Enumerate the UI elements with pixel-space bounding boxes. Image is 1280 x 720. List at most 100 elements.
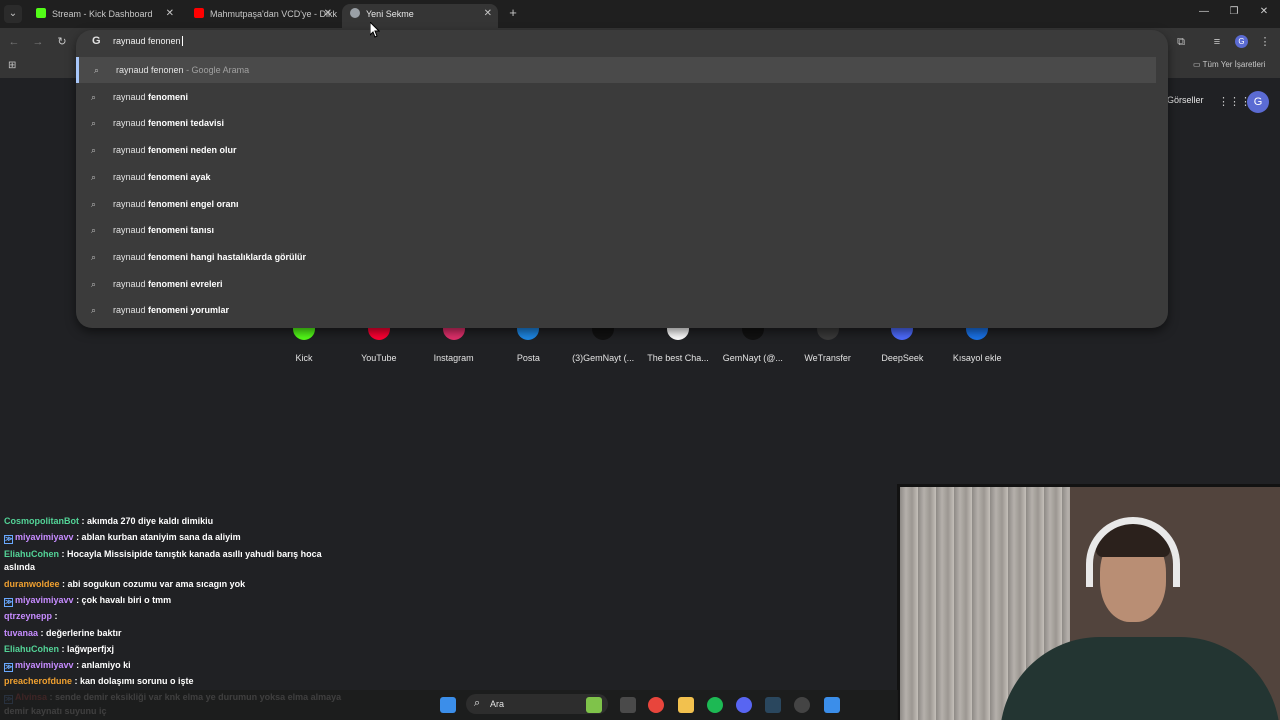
widgets-icon[interactable] [586,697,602,713]
suggestion-text: raynaud fenomeni evreleri [113,271,223,297]
youtube-icon [194,8,204,18]
suggestion-item[interactable]: ⌕ raynaud fenonen - Google Arama [76,57,1156,83]
tab-search-button[interactable]: ⌄ [4,5,22,23]
close-icon[interactable]: ✕ [484,4,492,24]
file-explorer-icon[interactable] [678,697,694,713]
search-icon: ⌕ [91,91,97,102]
chat-username: preacherofdune [4,676,73,686]
all-bookmarks-label: Tüm Yer İşaretleri [1202,60,1266,69]
forward-button[interactable]: → [30,34,46,50]
suggestion-item[interactable]: ⌕ raynaud fenomeni tanısı [76,217,1156,243]
taskbar-search-placeholder: Ara [490,699,505,709]
ntp-avatar[interactable]: G [1247,91,1269,113]
suggestion-item[interactable]: ⌕ raynaud fenomeni [76,84,1156,110]
google-apps-icon[interactable]: ⋮⋮⋮ [1218,95,1251,109]
suggestion-item[interactable]: ⌕ raynaud fenomeni neden olur [76,137,1156,163]
tab-title: Mahmutpaşa'dan VCD'ye - Dikk [210,9,337,19]
search-icon: ⌕ [91,118,97,129]
chrome-taskbar-icon[interactable] [648,697,664,713]
close-icon[interactable]: ✕ [324,4,332,24]
suggestion-bold: fenomeni evreleri [148,278,223,289]
suggestion-item[interactable]: ⌕ raynaud fenomeni yorumlar [76,297,1156,323]
suggestion-bold: fenomeni hangi hastalıklarda görülür [148,251,307,262]
screen: ⌄ Stream - Kick Dashboard ✕ Mahmutpaşa'd… [0,0,1280,720]
shortcut-label: GemNayt (@... [722,353,783,363]
chat-text: : abi sogukun cozumu var ama sıcagın yok [62,579,246,589]
suggestion-text: raynaud fenomeni tanısı [113,217,214,243]
search-icon: ⌕ [91,251,97,262]
suggestion-item[interactable]: ⌕ raynaud fenomeni tedavisi [76,110,1156,136]
chat-username: EliahuCohen [4,549,60,559]
suggestion-plain: raynaud [113,171,149,182]
discord-icon[interactable] [736,697,752,713]
suggestion-item[interactable]: ⌕ raynaud fenomeni hangi hastalıklarda gö… [76,244,1156,270]
chat-text: : ablan kurban ataniyim sana da aliyim [76,532,241,542]
omnibox-dropdown: G raynaud fenonen ⌕ raynaud fenonen - Goo… [76,30,1168,328]
suggestion-item[interactable]: ⌕ raynaud fenomeni ayak [76,164,1156,190]
chat-message: aslında [4,562,35,572]
chat-text: : akımda 270 diye kaldı dimikiu [81,516,214,526]
chat-username: miyavimiyavv [15,595,74,605]
apps-grid-icon[interactable]: ⊞ [8,60,20,72]
chat-username: qtrzeynepp [4,611,53,621]
steam-icon[interactable] [765,697,781,713]
start-button[interactable] [440,697,456,713]
spotify-icon[interactable] [707,697,723,713]
suggestion-text: raynaud fenomeni ayak [113,164,211,190]
tab-strip: ⌄ Stream - Kick Dashboard ✕ Mahmutpaşa'd… [0,0,1280,28]
text-caret [181,36,183,46]
suggestion-text: raynaud fenomeni engel oranı [113,191,239,217]
kick-icon [36,8,46,18]
chat-username: tuvanaa [4,628,39,638]
webcam-feed [897,484,1280,720]
suggestion-text: raynaud fenomeni [113,84,188,110]
suggestion-plain: raynaud [113,225,149,236]
suggestion-plain: raynaud [113,278,149,289]
new-tab-button[interactable]: + [506,5,520,21]
shortcut-label: YouTube [361,353,397,363]
search-icon: ⌕ [91,305,97,316]
tab-title: Stream - Kick Dashboard [52,9,153,19]
suggestion-bold: fenomeni yorumlar [148,305,230,316]
menu-icon[interactable]: ⋮ [1257,34,1273,50]
suggestion-text: raynaud fenomeni yorumlar [113,297,229,323]
tab-youtube[interactable]: Mahmutpaşa'dan VCD'ye - Dikk ✕ [186,4,338,28]
tab-new-tab[interactable]: Yeni Sekme ✕ [342,4,498,28]
window-close-button[interactable]: ✕ [1256,6,1272,17]
shortcut-label: The best Cha... [647,353,709,363]
chat-username: duranwoldee [4,579,60,589]
suggestion-bold: fenomeni engel oranı [148,198,239,209]
minimize-button[interactable]: — [1196,6,1212,17]
chat-username: CosmopolitanBot [4,516,79,526]
task-view-icon[interactable] [620,697,636,713]
reload-button[interactable]: ↻ [54,34,70,50]
subscriber-badge-icon: ≫ [4,535,13,544]
subscriber-badge-icon: ≫ [4,663,13,672]
back-button[interactable]: ← [6,34,22,50]
suggestion-plain: raynaud [113,118,149,129]
maximize-button[interactable]: ❐ [1226,6,1242,17]
suggestion-extra: - Google Arama [183,65,250,75]
chat-username: miyavimiyavv [15,532,74,542]
omnibox-input[interactable]: G raynaud fenonen [76,30,1168,54]
suggestion-text: raynaud fenomeni hangi hastalıklarda gör… [113,244,306,270]
shortcut-label: DeepSeek [881,353,924,363]
all-bookmarks-folder[interactable]: ▭ Tüm Yer İşaretleri [1193,60,1265,69]
shortcut-label: Instagram [433,353,474,363]
extensions-icon[interactable]: ⧉ [1173,34,1189,50]
images-link[interactable]: Görseller [1167,95,1204,105]
shortcut-label: WeTransfer [804,353,851,363]
settings-icon[interactable] [794,697,810,713]
tab-kick-dashboard[interactable]: Stream - Kick Dashboard ✕ [28,4,180,28]
search-icon: ⌕ [91,225,97,236]
suggestion-item[interactable]: ⌕ raynaud fenomeni engel oranı [76,191,1156,217]
close-icon[interactable]: ✕ [166,4,174,24]
chat-text: : anlamiyo ki [76,660,131,670]
media-controls-icon[interactable]: ≡ [1209,34,1225,50]
profile-avatar[interactable]: G [1235,35,1248,48]
app-icon[interactable] [824,697,840,713]
chat-message: EliahuCohen : lağwperfjxj [4,644,114,654]
chat-text: : [54,611,58,621]
chat-text: : çok havalı biri o tmm [76,595,172,605]
suggestion-item[interactable]: ⌕ raynaud fenomeni evreleri [76,271,1156,297]
